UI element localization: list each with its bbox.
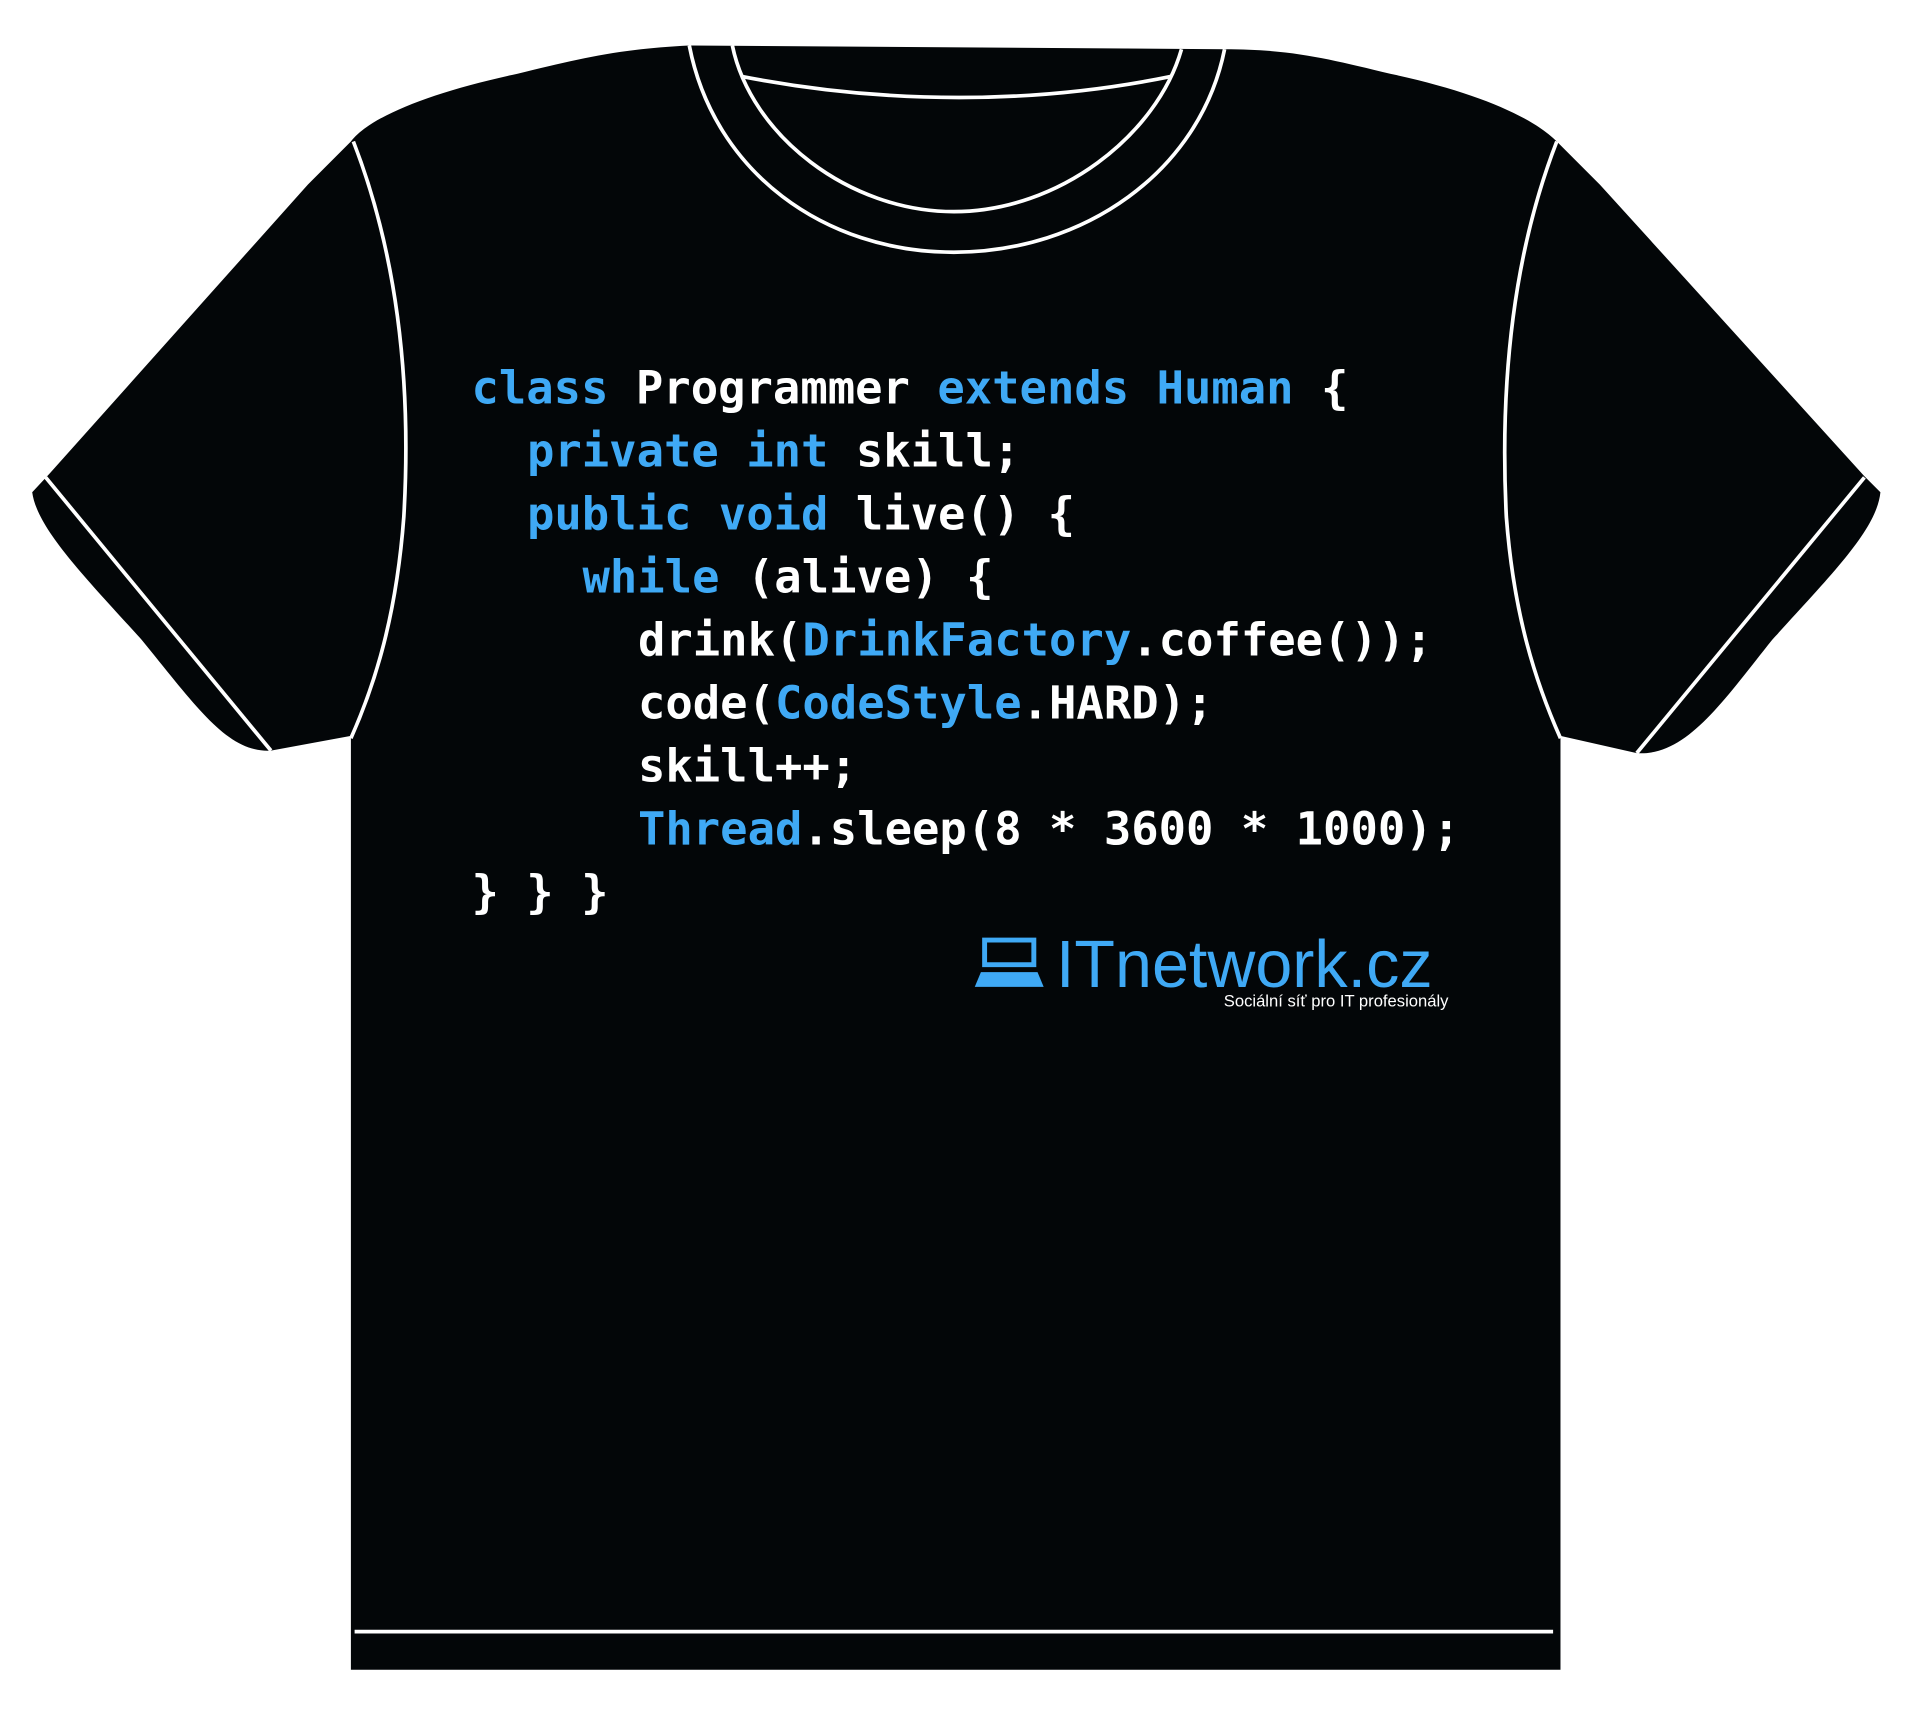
logo-tagline: Sociální síť pro IT profesionály [1224,992,1449,1011]
code-keyword: void [719,488,829,541]
code-keyword: public [527,488,691,541]
code-line: public void live() { [527,488,1075,541]
code-line: class Programmer extends Human { [471,362,1348,415]
code-line: drink(DrinkFactory.coffee()); [638,614,1433,667]
code-keyword: class [471,362,608,415]
code-keyword: extends [937,362,1129,415]
code-text: } } } [471,866,608,919]
code-keyword: while [582,551,719,604]
code-keyword: Human [1157,362,1294,415]
code-text: .sleep(8 * 3600 * 1000); [802,803,1460,856]
code-text: live() { [828,488,1075,541]
code-keyword: DrinkFactory [802,614,1131,667]
code-text: drink( [638,614,802,667]
code-text: .HARD); [1022,677,1214,730]
code-keyword: CodeStyle [775,677,1022,730]
code-text [1129,362,1156,415]
code-text: code( [638,677,775,730]
tshirt-body [32,45,1881,1670]
tshirt-mockup: class Programmer extends Human { private … [32,45,1881,1670]
code-text: skill; [828,425,1020,478]
code-line: Thread.sleep(8 * 3600 * 1000); [638,803,1460,856]
code-text: (alive) { [719,551,993,604]
code-text: Programmer [609,362,938,415]
code-line: } } } [471,866,608,919]
code-text: skill++; [638,740,857,793]
code-text [719,425,746,478]
code-line: while (alive) { [582,551,993,604]
code-text: .coffee()); [1131,614,1432,667]
code-text [691,488,718,541]
code-keyword: int [746,425,828,478]
code-line: skill++; [638,740,857,793]
code-line: private int skill; [527,425,1020,478]
code-text: { [1294,362,1349,415]
code-keyword: Thread [638,803,802,856]
code-keyword: private [527,425,719,478]
code-line: code(CodeStyle.HARD); [638,677,1213,730]
